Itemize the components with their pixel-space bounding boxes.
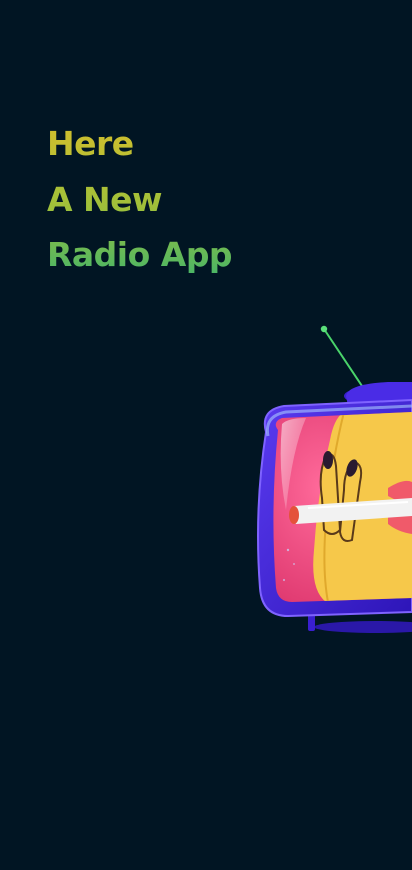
- headline-line-1: Here: [47, 124, 134, 163]
- retro-tv-illustration: [248, 320, 412, 640]
- headline-line-3: Radio App: [47, 235, 233, 274]
- headline: Here A New Radio App: [47, 116, 232, 283]
- onboarding-screen: Here A New Radio App: [0, 0, 412, 870]
- headline-line-2: A New: [47, 179, 163, 219]
- tv-icon: [257, 325, 412, 633]
